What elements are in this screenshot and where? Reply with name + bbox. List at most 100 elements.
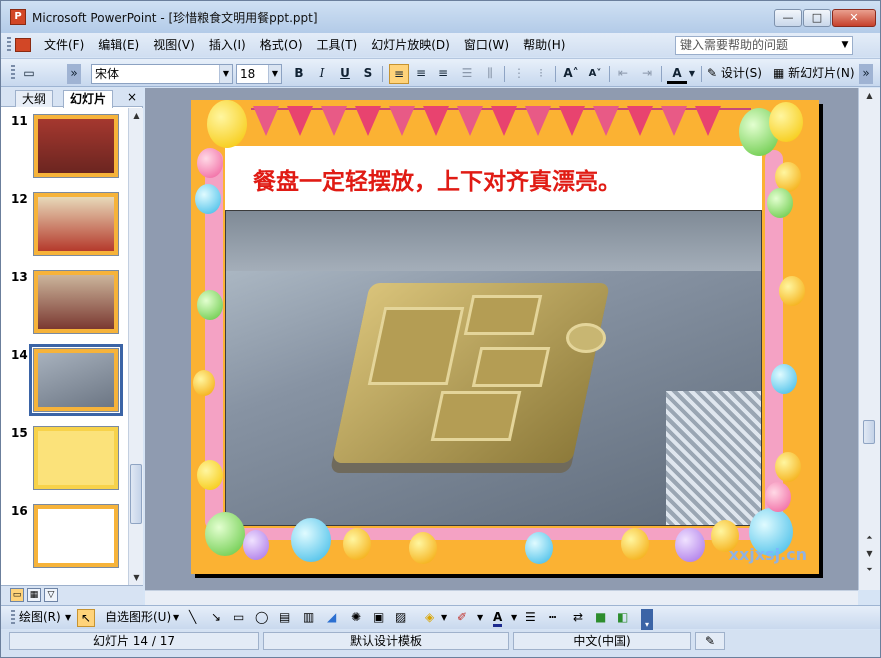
increase-indent-icon[interactable]: ⇥ [637,64,657,84]
menu-insert[interactable]: 插入(I) [202,34,253,56]
arrow-style-icon[interactable]: ⇄ [573,609,583,627]
chevron-down-icon[interactable]: ▼ [477,609,483,627]
toolbar-options-icon[interactable]: » [67,64,81,84]
font-size-select[interactable]: 18 ▼ [236,64,282,84]
new-slide-button[interactable]: ▦ 新幻灯片(N) [773,64,855,85]
thumbnail-row[interactable]: 16 [1,498,129,570]
thumbnail-row[interactable]: 12 [1,186,129,258]
toolbar-grip[interactable] [11,610,15,626]
menu-view[interactable]: 视图(V) [146,34,202,56]
rectangle-icon[interactable]: ▭ [233,609,244,627]
shadow-style-icon[interactable]: ■ [595,609,606,627]
autoshapes-menu-button[interactable]: 自选图形(U) [105,609,171,627]
font-color-icon[interactable]: A [493,609,503,627]
chevron-down-icon[interactable]: ▼ [687,64,697,84]
slide-thumbnail[interactable] [33,426,119,490]
3d-style-icon[interactable]: ◧ [617,609,628,627]
scroll-down-icon[interactable]: ▼ [862,546,877,561]
slideshow-view-icon[interactable]: ▽ [44,588,58,602]
slide-thumbnail[interactable] [33,192,119,256]
line-style-icon[interactable]: ☰ [525,609,536,627]
picture-icon[interactable]: ▨ [395,609,406,627]
help-dropdown-icon[interactable]: ▼ [839,37,851,54]
align-left-icon[interactable]: ≡ [389,64,409,84]
close-pane-icon[interactable]: × [127,90,137,104]
line-icon[interactable]: ╲ [189,609,196,627]
thumbnail-row[interactable]: 11 [1,108,129,180]
menu-help[interactable]: 帮助(H) [516,34,572,56]
spelling-status-icon[interactable]: ✎ [695,632,725,650]
chevron-down-icon[interactable]: ▼ [65,609,71,627]
line-color-icon[interactable]: ✐ [457,609,467,627]
menu-tools[interactable]: 工具(T) [310,34,365,56]
caption-textbox[interactable]: 餐盘一定轻摆放，上下对齐真漂亮。 [225,146,762,212]
scroll-thumb[interactable] [130,464,142,524]
chevron-down-icon[interactable]: ▼ [219,65,232,83]
slide-thumbnail-selected[interactable] [29,344,123,416]
decrease-indent-icon[interactable]: ⇤ [613,64,633,84]
chevron-down-icon[interactable]: ▼ [441,609,447,627]
thumbnail-row[interactable]: 14 [1,342,129,416]
minimize-button[interactable]: — [774,9,802,27]
scroll-thumb[interactable] [863,420,875,444]
toolbar-options-icon[interactable]: ▾ [641,609,653,631]
slide-vertical-scrollbar[interactable]: ▲ ⏶ ▼ ⏷ [858,88,880,590]
next-slide-icon[interactable]: ⏷ [862,562,877,577]
maximize-button[interactable]: □ [803,9,831,27]
arrow-icon[interactable]: ↘ [211,609,221,627]
wordart-icon[interactable]: ◢ [327,609,336,627]
previous-slide-icon[interactable]: ⏶ [862,530,877,545]
slide-thumbnail[interactable] [33,504,119,568]
thumbnail-row[interactable]: 13 [1,264,129,336]
clipart-icon[interactable]: ▣ [373,609,384,627]
scroll-down-icon[interactable]: ▼ [129,570,144,585]
align-right-icon[interactable]: ≡ [433,64,453,84]
tab-slides[interactable]: 幻灯片 [63,90,114,108]
shadow-button[interactable]: S [358,64,378,84]
toolbar-grip[interactable] [11,65,15,81]
italic-button[interactable]: I [312,64,332,84]
menu-edit[interactable]: 编辑(E) [91,34,146,56]
bullets-icon[interactable]: ⁝ [531,64,551,84]
thumbnail-row[interactable]: 15 [1,420,129,492]
menu-format[interactable]: 格式(O) [253,34,310,56]
help-search-input[interactable]: 键入需要帮助的问题 [675,36,853,55]
menu-slideshow[interactable]: 幻灯片放映(D) [364,34,457,56]
justify-icon[interactable]: ☰ [457,64,477,84]
slide-thumbnail[interactable] [33,270,119,334]
slide-thumbnail[interactable] [33,114,119,178]
textbox-icon[interactable]: ▤ [279,609,290,627]
chevron-down-icon[interactable]: ▼ [511,609,517,627]
food-tray-photo[interactable] [225,210,762,526]
draw-menu-button[interactable]: 绘图(R) [19,609,61,627]
design-button[interactable]: ✎ 设计(S) [707,64,762,85]
scroll-up-icon[interactable]: ▲ [129,108,144,123]
dash-style-icon[interactable]: ┅ [549,609,556,627]
menu-grip[interactable] [7,37,11,53]
document-icon[interactable] [15,38,31,52]
underline-button[interactable]: U [335,64,355,84]
toolbar-options-icon[interactable]: » [859,64,873,84]
tab-outline[interactable]: 大纲 [15,90,54,107]
align-center-icon[interactable]: ≡ [411,64,431,84]
diagram-icon[interactable]: ✺ [351,609,361,627]
close-button[interactable]: ✕ [832,9,876,27]
font-name-select[interactable]: 宋体 ▼ [91,64,233,84]
increase-font-icon[interactable]: A˄ [561,64,581,84]
decrease-font-icon[interactable]: A˅ [585,64,605,84]
bold-button[interactable]: B [289,64,309,84]
menu-window[interactable]: 窗口(W) [457,34,516,56]
distribute-icon[interactable]: ⫼ [480,64,500,84]
thumbnail-scrollbar[interactable]: ▲ ▼ [128,108,143,585]
menu-file[interactable]: 文件(F) [37,34,91,56]
powerpoint-app-icon[interactable]: P [10,9,26,25]
fill-color-icon[interactable]: ◈ [425,609,434,627]
slide-horizontal-scrollbar[interactable] [145,590,858,605]
scroll-up-icon[interactable]: ▲ [862,88,877,103]
font-color-icon[interactable]: A [667,64,687,84]
vertical-textbox-icon[interactable]: ▥ [303,609,314,627]
slide-sorter-icon[interactable]: ▦ [27,588,41,602]
chevron-down-icon[interactable]: ▼ [268,65,281,83]
slide-canvas[interactable]: 餐盘一定轻摆放，上下对齐真漂亮。 xxjxsj.cn [191,100,819,574]
new-document-icon[interactable]: ▭ [19,64,39,84]
